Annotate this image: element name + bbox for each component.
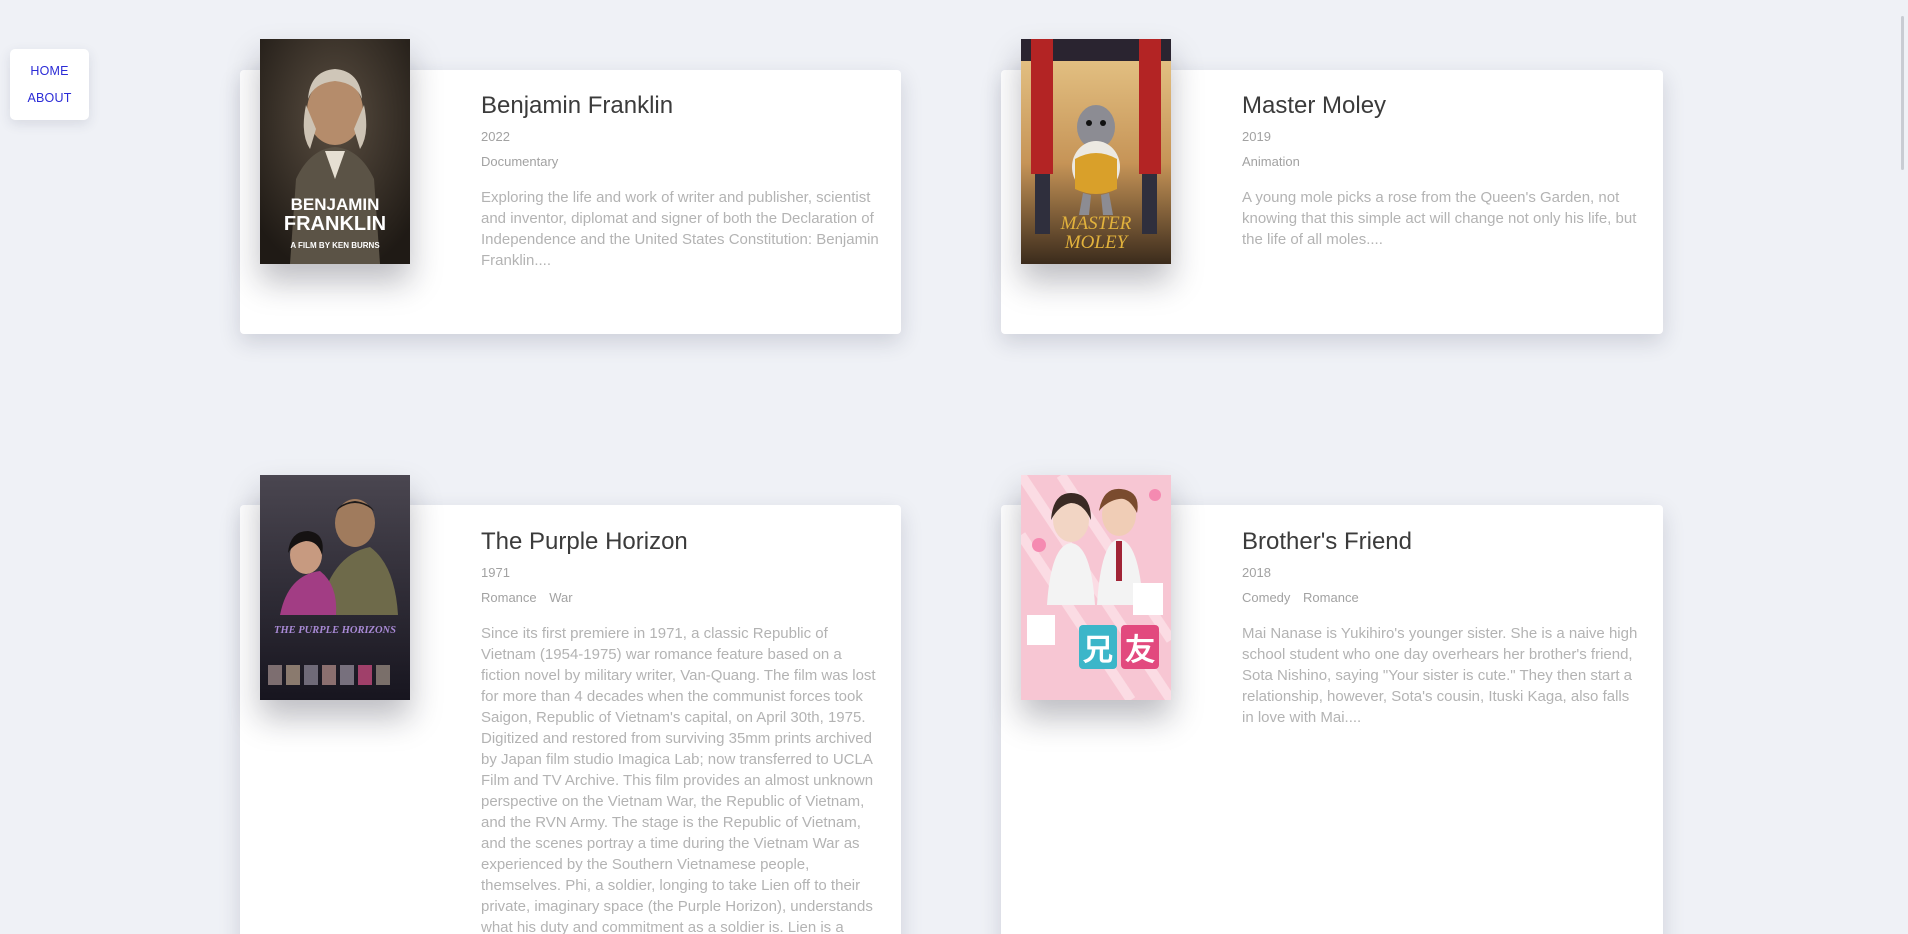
genre-tag: Animation bbox=[1242, 154, 1300, 169]
poster-the-purple-horizon: THE PURPLE HORIZONS bbox=[260, 475, 410, 700]
movie-poster[interactable]: MASTER MOLEY bbox=[1021, 39, 1171, 264]
genre-tag: Documentary bbox=[481, 154, 559, 169]
genre-tag: Romance bbox=[1303, 590, 1359, 605]
movie-info: Master Moley 2019 Animation A young mole… bbox=[1242, 91, 1642, 250]
movie-genres: Animation bbox=[1242, 154, 1642, 170]
poster-credit: A FILM BY KEN BURNS bbox=[290, 241, 380, 250]
poster-master-moley: MASTER MOLEY bbox=[1021, 39, 1171, 264]
movie-info: Benjamin Franklin 2022 Documentary Explo… bbox=[481, 91, 881, 271]
poster-title-line2: FRANKLIN bbox=[284, 213, 386, 235]
movie-description: Mai Nanase is Yukihiro's younger sister.… bbox=[1242, 625, 1638, 726]
poster-title-line1: BENJAMIN bbox=[291, 195, 380, 214]
nav-home-link[interactable]: HOME bbox=[30, 64, 68, 78]
page-scrollbar[interactable] bbox=[1898, 0, 1908, 934]
poster-benjamin-franklin: BENJAMIN FRANKLIN A FILM BY KEN BURNS bbox=[260, 39, 410, 264]
movie-poster[interactable]: BENJAMIN FRANKLIN A FILM BY KEN BURNS bbox=[260, 39, 410, 264]
movie-description: Since its first premiere in 1971, a clas… bbox=[481, 625, 876, 934]
movie-year: 2019 bbox=[1242, 129, 1271, 144]
movie-poster[interactable]: 兄 友 bbox=[1021, 475, 1171, 700]
movie-description: A young mole picks a rose from the Queen… bbox=[1242, 189, 1637, 248]
movie-genres: Romance War bbox=[481, 590, 881, 606]
movie-info: Brother's Friend 2018 Comedy Romance Mai… bbox=[1242, 527, 1642, 728]
movie-year: 1971 bbox=[481, 565, 510, 580]
movie-genres: Comedy Romance bbox=[1242, 590, 1642, 606]
poster-title: THE PURPLE HORIZONS bbox=[274, 625, 396, 636]
nav-about-link[interactable]: ABOUT bbox=[27, 91, 71, 105]
poster-brothers-friend: 兄 友 bbox=[1021, 475, 1171, 700]
page: HOME ABOUT BENJAMIN FRANKLIN A FILM BY K… bbox=[0, 0, 1908, 934]
movie-title[interactable]: The Purple Horizon bbox=[481, 527, 881, 557]
movie-title[interactable]: Brother's Friend bbox=[1242, 527, 1642, 557]
poster-title-char2: 友 bbox=[1125, 633, 1155, 668]
genre-tag: Romance bbox=[481, 590, 537, 605]
poster-title-line1: MASTER bbox=[1060, 213, 1132, 234]
movie-genres: Documentary bbox=[481, 154, 881, 170]
poster-title-line2: MOLEY bbox=[1064, 232, 1130, 253]
scrollbar-thumb[interactable] bbox=[1901, 16, 1904, 170]
genre-tag: Comedy bbox=[1242, 590, 1291, 605]
nav-menu: HOME ABOUT bbox=[10, 49, 89, 120]
movie-year: 2018 bbox=[1242, 565, 1271, 580]
movie-title[interactable]: Master Moley bbox=[1242, 91, 1642, 121]
genre-tag: War bbox=[549, 590, 573, 605]
movie-title[interactable]: Benjamin Franklin bbox=[481, 91, 881, 121]
movie-year: 2022 bbox=[481, 129, 510, 144]
poster-title-char1: 兄 bbox=[1083, 633, 1113, 668]
movie-poster[interactable]: THE PURPLE HORIZONS bbox=[260, 475, 410, 700]
movie-info: The Purple Horizon 1971 Romance War Sinc… bbox=[481, 527, 881, 934]
movie-description: Exploring the life and work of writer an… bbox=[481, 189, 879, 269]
